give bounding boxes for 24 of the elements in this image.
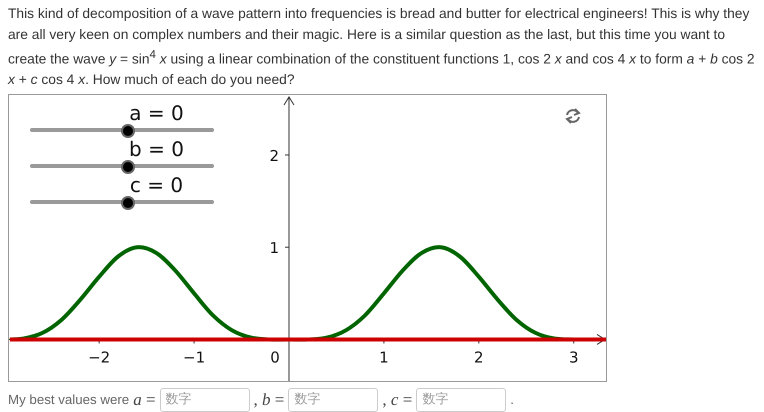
- variable-label: a =: [133, 390, 156, 410]
- variable-label: , c =: [382, 390, 412, 410]
- answer-prompt: My best values were: [8, 392, 130, 408]
- variable-label: , b =: [254, 390, 284, 410]
- x-tick-label: −1: [183, 348, 206, 366]
- x-tick-label: 1: [379, 348, 389, 366]
- slider-label: c = 0: [130, 172, 184, 197]
- intro-paragraph: This kind of decomposition of a wave pattern into frequencies is bread and butter for electrical engineers! This is why they are all very keen on complex numbers and their magic. Here is a similar question as the last, but this time you want to create the wave y = sin$^{4}$ x using a linear combination of the constituent functions 1, cos 2 x and cos 4 x to form a + b cos 2 x + c cos 4 x. How much of each do you need?: [6, 5, 756, 90]
- input-field[interactable]: 数字: [160, 388, 250, 412]
- refresh-icon[interactable]: [565, 108, 581, 124]
- slider-thumb[interactable]: [120, 196, 134, 210]
- y-tick-label: 2: [269, 146, 279, 165]
- x-tick-label: 3: [568, 348, 578, 366]
- x-tick-label: −2: [88, 348, 110, 366]
- y-tick-label: 1: [269, 238, 279, 257]
- input-field[interactable]: 数字: [288, 388, 378, 412]
- x-tick-label: 2: [474, 348, 484, 366]
- input-field[interactable]: 数字: [416, 388, 506, 412]
- origin-label: 0: [270, 348, 280, 366]
- slider-thumb[interactable]: [120, 124, 134, 138]
- slider-label: b = 0: [129, 136, 184, 161]
- slider-thumb[interactable]: [120, 160, 134, 174]
- slider-label: a = 0: [129, 100, 184, 125]
- period-text: .: [510, 392, 514, 408]
